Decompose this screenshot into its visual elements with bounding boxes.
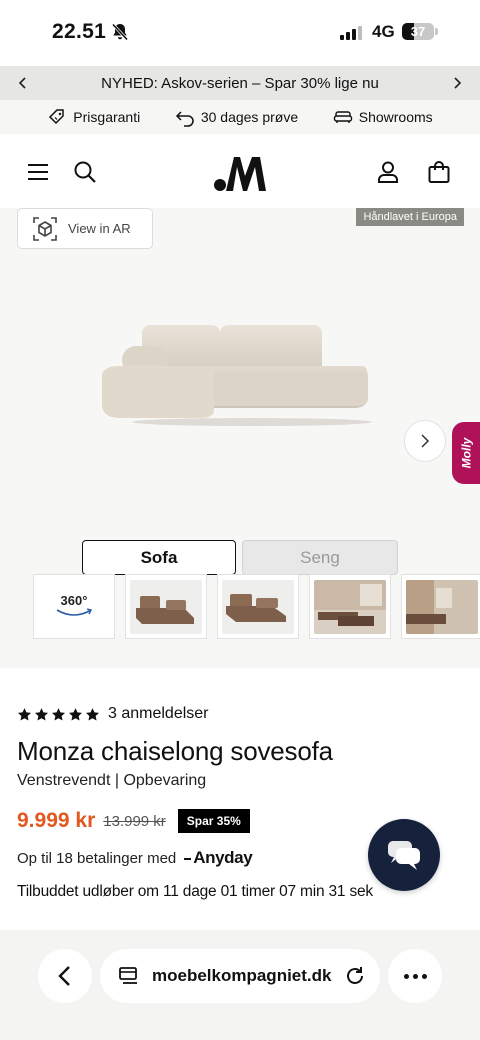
star-icon <box>51 707 66 720</box>
chat-bubble-icon <box>388 841 420 870</box>
status-bar: 22.51 4G 37 <box>0 0 480 66</box>
toggle-seng[interactable]: Seng <box>242 540 398 575</box>
usp-item-showrooms[interactable]: Showrooms <box>333 107 433 127</box>
thumbnail-image[interactable] <box>125 574 207 639</box>
promo-text[interactable]: NYHED: Askov-serien – Spar 30% lige nu <box>101 75 379 92</box>
chat-button[interactable] <box>368 819 440 891</box>
installments-text: Op til 18 betalinger med <box>17 849 177 867</box>
thumbnail-sofa-image <box>222 579 294 634</box>
star-icon <box>34 707 49 720</box>
thumbnail-strip: 360° <box>33 574 480 639</box>
usp-bar: Prisgaranti 30 dages prøve Showrooms <box>0 100 480 134</box>
status-time: 22.51 <box>52 20 107 43</box>
next-image-button[interactable] <box>404 420 446 462</box>
product-rating[interactable]: 3 anmeldelser <box>17 705 209 723</box>
thumbnail-360[interactable]: 360° <box>33 574 115 639</box>
current-price: 9.999 kr <box>17 809 96 832</box>
reload-icon[interactable] <box>344 965 366 987</box>
original-price: 13.999 kr <box>103 812 166 830</box>
page-settings-icon[interactable] <box>118 966 140 986</box>
network-type: 4G <box>372 22 395 41</box>
address-bar[interactable]: moebelkompagniet.dk <box>100 949 380 1003</box>
usp-item-prisgaranti[interactable]: Prisgaranti <box>47 107 140 127</box>
battery-level: 37 <box>410 24 426 39</box>
menu-icon[interactable] <box>25 159 51 185</box>
product-gallery[interactable]: View in AR Håndlavet i Europa Molly Sofa… <box>0 208 480 668</box>
browser-back-button[interactable] <box>38 949 92 1003</box>
star-icon <box>68 707 83 720</box>
thumbnail-sofa-image <box>130 579 202 634</box>
thumb-360-label: 360° <box>60 592 88 608</box>
product-title: Monza chaiselong sovesofa <box>17 736 333 766</box>
thumbnail-room-image <box>314 579 386 634</box>
molly-label: Molly <box>459 437 474 469</box>
thumbnail-image[interactable] <box>309 574 391 639</box>
bell-slash-icon <box>111 23 129 41</box>
chevron-right-icon[interactable] <box>448 74 466 92</box>
thumbnail-image[interactable] <box>217 574 299 639</box>
product-variant: Venstrevendt | Opbevaring <box>17 772 207 789</box>
signal-icon <box>340 25 362 40</box>
promo-banner[interactable]: NYHED: Askov-serien – Spar 30% lige nu <box>0 66 480 100</box>
installments-info: Op til 18 betalinger med Anyday <box>17 848 253 868</box>
chevron-right-icon <box>421 434 430 448</box>
chevron-left-icon <box>58 966 70 986</box>
sofa-icon <box>333 111 352 123</box>
site-header <box>0 134 480 208</box>
browser-toolbar: moebelkompagniet.dk <box>0 930 480 1040</box>
thumbnail-image[interactable] <box>401 574 480 639</box>
ar-cube-icon <box>33 216 57 241</box>
battery-icon: 37 <box>402 23 434 40</box>
usp-label: Prisgaranti <box>73 109 141 125</box>
price-row: 9.999 kr 13.999 kr Spar 35% <box>17 808 250 834</box>
brand-logo[interactable] <box>212 154 270 194</box>
offer-countdown: Tilbuddet udløber om 11 dage 01 timer 07… <box>17 883 373 900</box>
anyday-logo[interactable]: Anyday <box>184 848 252 868</box>
url-text[interactable]: moebelkompagniet.dk <box>152 966 331 986</box>
search-icon[interactable] <box>72 159 98 185</box>
price-tag-icon <box>49 109 65 125</box>
handmade-badge: Håndlavet i Europa <box>356 208 464 226</box>
molly-assistant-tab[interactable]: Molly <box>452 422 480 484</box>
star-icon <box>17 707 32 720</box>
review-count[interactable]: 3 anmeldelser <box>108 705 209 723</box>
usp-label: Showrooms <box>358 109 433 125</box>
chevron-left-icon[interactable] <box>14 74 32 92</box>
usp-item-proeve[interactable]: 30 dages prøve <box>175 107 298 127</box>
browser-more-button[interactable] <box>388 949 442 1003</box>
usp-label: 30 dages prøve <box>200 109 299 125</box>
product-image-sofa <box>102 325 372 426</box>
discount-badge: Spar 35% <box>177 809 250 833</box>
user-icon[interactable] <box>375 159 401 185</box>
view-in-ar-button[interactable]: View in AR <box>17 208 153 249</box>
toggle-sofa[interactable]: Sofa <box>82 540 236 575</box>
star-icon <box>85 707 100 720</box>
shopping-bag-icon[interactable] <box>426 159 452 185</box>
return-arrow-icon <box>175 111 194 127</box>
ar-label: View in AR <box>68 221 131 236</box>
thumbnail-room-image <box>406 579 478 634</box>
rotate-360-icon <box>56 607 93 616</box>
